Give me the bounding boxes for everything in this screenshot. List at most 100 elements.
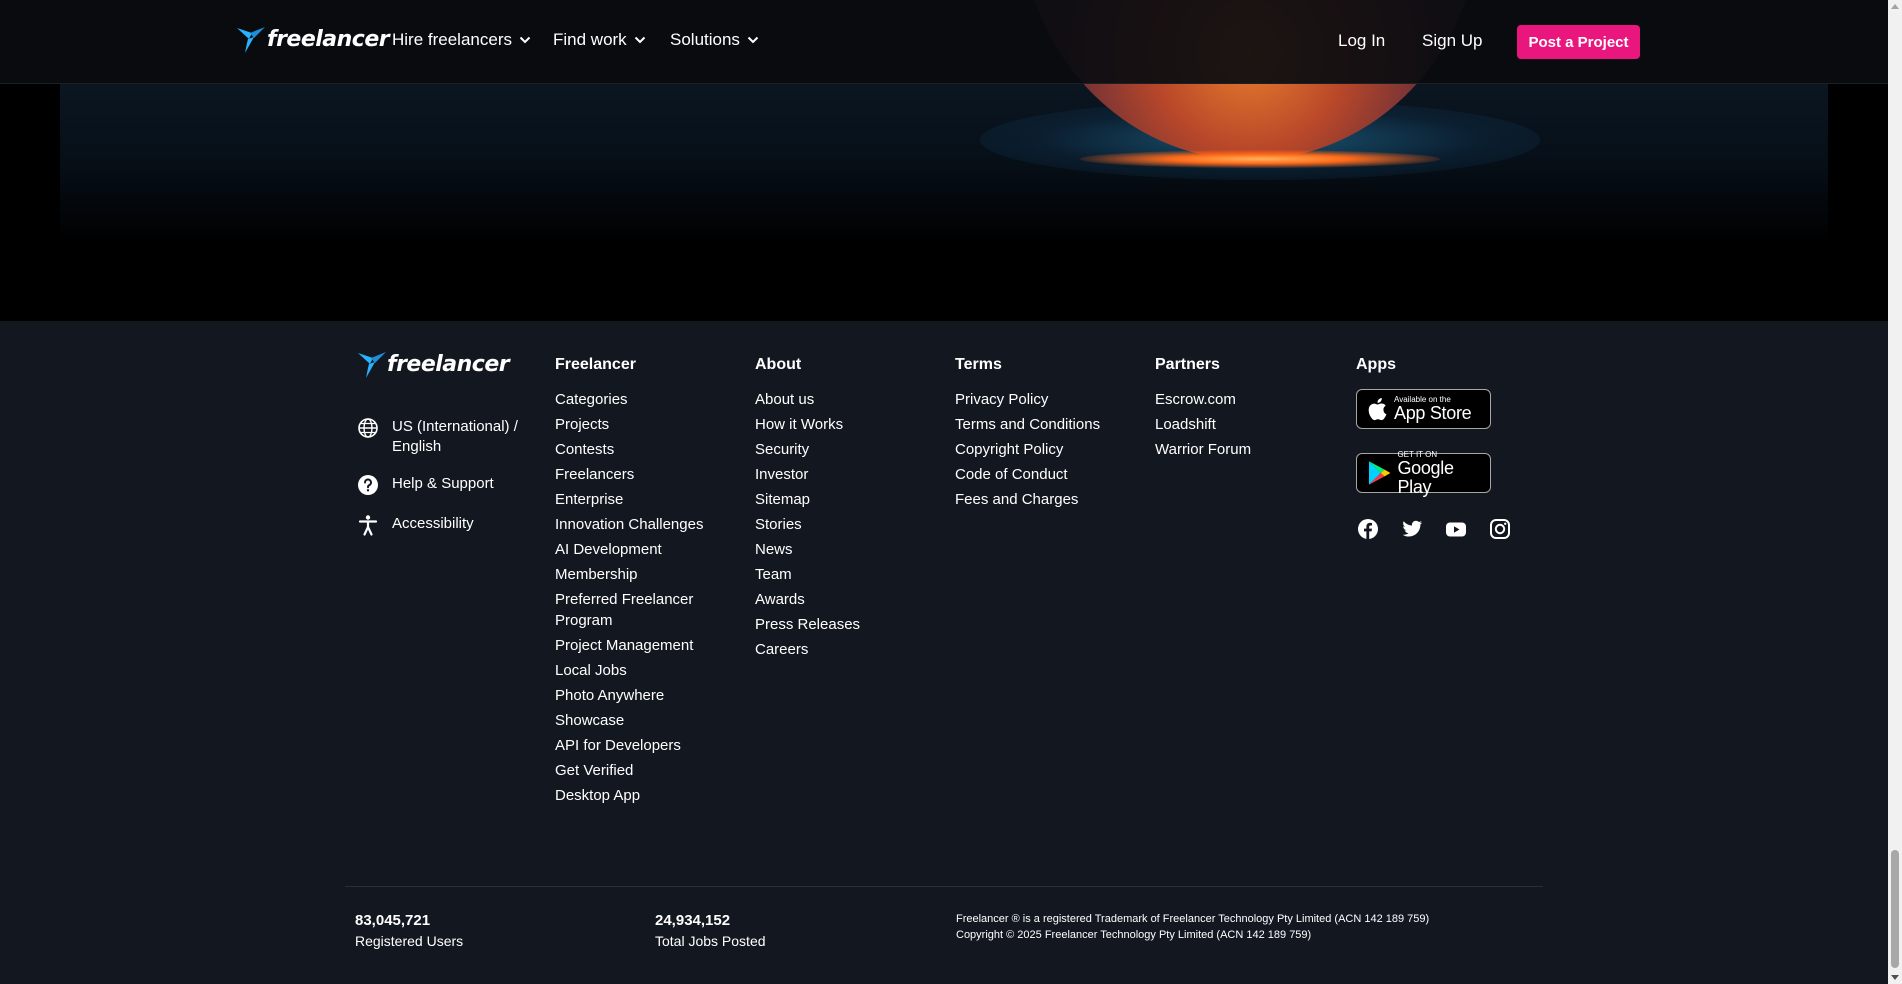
footer-column-partners: Partners Escrow.com Loadshift Warrior Fo… [1155, 355, 1251, 464]
footer-link[interactable]: Team [755, 564, 860, 585]
copyright-notice: Copyright © 2025 Freelancer Technology P… [956, 929, 1312, 941]
footer-link[interactable]: Get Verified [555, 760, 705, 781]
footer-link[interactable]: Investor [755, 464, 860, 485]
footer-link[interactable]: Security [755, 439, 860, 460]
footer-link[interactable]: Escrow.com [1155, 389, 1251, 410]
column-title: Apps [1356, 356, 1396, 373]
nav-label: Solutions [670, 30, 740, 49]
freelancer-bird-icon [237, 27, 265, 53]
stat-label: Total Jobs Posted [655, 933, 766, 949]
freelancer-logo[interactable]: freelancer [236, 24, 390, 54]
footer-column-terms: Terms Privacy Policy Terms and Condition… [955, 355, 1100, 514]
footer-column-about: About About us How it Works Security Inv… [755, 355, 860, 664]
footer-link[interactable]: How it Works [755, 414, 860, 435]
nav-hire-freelancers[interactable]: Hire freelancers [392, 30, 531, 50]
language-selector[interactable]: US (International) / English [357, 417, 537, 457]
footer-link[interactable]: Code of Conduct [955, 464, 1100, 485]
nav-label: Find work [553, 30, 627, 49]
footer-column-freelancer: Freelancer Categories Projects Contests … [555, 355, 705, 810]
logo-wordmark: freelancer [387, 351, 510, 377]
top-navbar: freelancer Hire freelancers Find work So… [0, 0, 1888, 84]
post-project-button[interactable]: Post a Project [1517, 25, 1640, 59]
footer-link[interactable]: Projects [555, 414, 705, 435]
footer-link[interactable]: Warrior Forum [1155, 439, 1251, 460]
scroll-thumb[interactable] [1891, 850, 1899, 968]
stat-total-jobs: 24,934,152 Total Jobs Posted [655, 911, 766, 951]
logo-wordmark: freelancer [267, 26, 390, 52]
scroll-up-arrow[interactable] [1891, 4, 1899, 9]
nav-find-work[interactable]: Find work [553, 30, 646, 50]
footer-link[interactable]: Showcase [555, 710, 705, 731]
footer-link[interactable]: Photo Anywhere [555, 685, 705, 706]
google-play-icon [1368, 461, 1390, 485]
accessibility-label: Accessibility [392, 515, 474, 532]
column-title: Freelancer [555, 356, 636, 373]
footer-link[interactable]: Preferred Freelancer Program [555, 589, 705, 631]
footer-link[interactable]: News [755, 539, 860, 560]
footer-link[interactable]: Fees and Charges [955, 489, 1100, 510]
footer-link[interactable]: API for Developers [555, 735, 705, 756]
footer-link[interactable]: Awards [755, 589, 860, 610]
column-title: About [755, 356, 802, 373]
scroll-down-arrow[interactable] [1891, 975, 1899, 980]
footer-link[interactable]: About us [755, 389, 860, 410]
app-store-badge[interactable]: Available on the App Store [1356, 389, 1491, 429]
googleplay-big-text: Google Play [1397, 457, 1454, 497]
login-link[interactable]: Log In [1338, 31, 1385, 51]
nav-label: Hire freelancers [392, 30, 512, 49]
nav-solutions[interactable]: Solutions [670, 30, 759, 50]
footer-link[interactable]: Categories [555, 389, 705, 410]
column-title: Partners [1155, 356, 1220, 373]
twitter-icon[interactable] [1401, 518, 1423, 540]
footer-link[interactable]: Desktop App [555, 785, 705, 806]
facebook-icon[interactable] [1357, 518, 1379, 540]
instagram-icon[interactable] [1489, 518, 1511, 540]
footer-link[interactable]: Terms and Conditions [955, 414, 1100, 435]
orb-rim-light [1080, 150, 1440, 168]
footer-link[interactable]: Careers [755, 639, 860, 660]
apple-icon [1368, 398, 1387, 421]
stat-value: 24,934,152 [655, 912, 731, 929]
page-scrollbar[interactable] [1888, 0, 1902, 984]
legal-text: Freelancer ® is a registered Trademark o… [956, 911, 1429, 943]
help-label: Help & Support [392, 475, 494, 492]
footer-link[interactable]: Local Jobs [555, 660, 705, 681]
accessibility-icon [358, 515, 378, 536]
trademark-notice: Freelancer ® is a registered Trademark o… [956, 913, 1430, 925]
footer-link[interactable]: Membership [555, 564, 705, 585]
youtube-icon[interactable] [1445, 518, 1467, 540]
footer-link[interactable]: Sitemap [755, 489, 860, 510]
chevron-down-icon [519, 36, 531, 44]
footer-freelancer-logo[interactable]: freelancer [357, 349, 510, 379]
chevron-down-icon [634, 36, 645, 44]
chevron-down-icon [747, 36, 759, 44]
footer-link[interactable]: Contests [555, 439, 705, 460]
footer-link[interactable]: Loadshift [1155, 414, 1251, 435]
footer-link[interactable]: AI Development [555, 539, 705, 560]
footer-link[interactable]: Stories [755, 514, 860, 535]
footer-link[interactable]: Press Releases [755, 614, 860, 635]
footer-link[interactable]: Innovation Challenges [555, 514, 705, 535]
social-links [1357, 518, 1533, 540]
stat-value: 83,045,721 [355, 912, 431, 929]
freelancer-bird-icon [358, 352, 386, 378]
help-circle-icon [358, 475, 378, 495]
footer-divider [345, 886, 1543, 887]
globe-icon [358, 418, 378, 438]
accessibility-link[interactable]: Accessibility [357, 514, 474, 536]
footer-column-apps: Apps [1356, 355, 1396, 389]
stat-label: Registered Users [355, 933, 464, 949]
hero-glow [60, 84, 1828, 244]
signup-link[interactable]: Sign Up [1422, 31, 1482, 51]
google-play-badge[interactable]: GET IT ON Google Play [1356, 450, 1491, 496]
footer-link[interactable]: Project Management [555, 635, 705, 656]
appstore-big-text: App Store [1394, 403, 1472, 423]
footer-link[interactable]: Copyright Policy [955, 439, 1100, 460]
stat-registered-users: 83,045,721 Registered Users [355, 911, 463, 951]
footer-link[interactable]: Enterprise [555, 489, 705, 510]
column-title: Terms [955, 356, 1002, 373]
footer-link[interactable]: Privacy Policy [955, 389, 1100, 410]
language-label: US (International) / English [392, 418, 518, 455]
footer-link[interactable]: Freelancers [555, 464, 705, 485]
help-support-link[interactable]: Help & Support [357, 474, 494, 496]
